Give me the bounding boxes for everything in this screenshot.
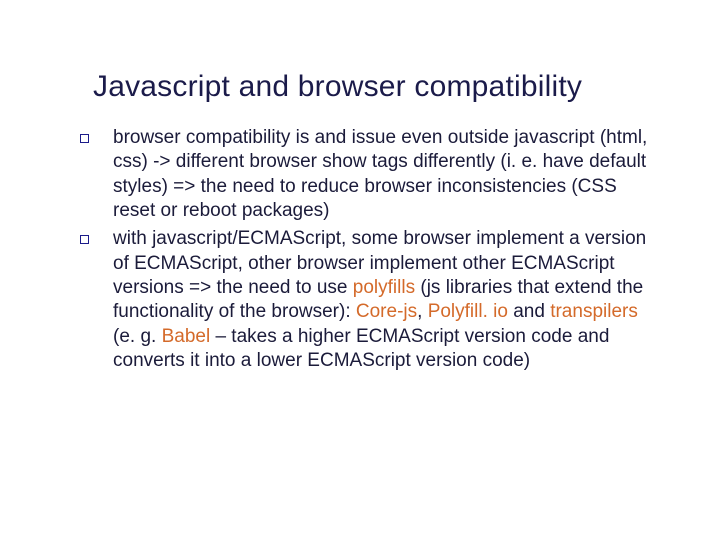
slide-title: Javascript and browser compatibility [93,70,660,104]
highlight-text: Core-js [356,301,417,322]
slide-body: browser compatibility is and issue even … [80,126,660,373]
bullet-text: browser compatibility is and issue even … [113,126,660,223]
bullet-square-icon [80,134,89,143]
bullet-text: with javascript/ECMAScript, some browser… [113,227,660,373]
plain-text: browser compatibility is and issue even … [113,127,647,221]
highlight-text: Babel [162,326,211,347]
bullet-square-icon [80,235,89,244]
highlight-text: transpilers [550,301,638,322]
bullet-item: with javascript/ECMAScript, some browser… [80,227,660,373]
highlight-text: Polyfill. io [428,301,514,322]
plain-text: and [513,301,550,322]
bullet-item: browser compatibility is and issue even … [80,126,660,223]
plain-text: (e. g. [113,326,162,347]
highlight-text: polyfills [353,277,415,298]
plain-text: , [417,301,428,322]
slide: Javascript and browser compatibility bro… [0,0,720,540]
